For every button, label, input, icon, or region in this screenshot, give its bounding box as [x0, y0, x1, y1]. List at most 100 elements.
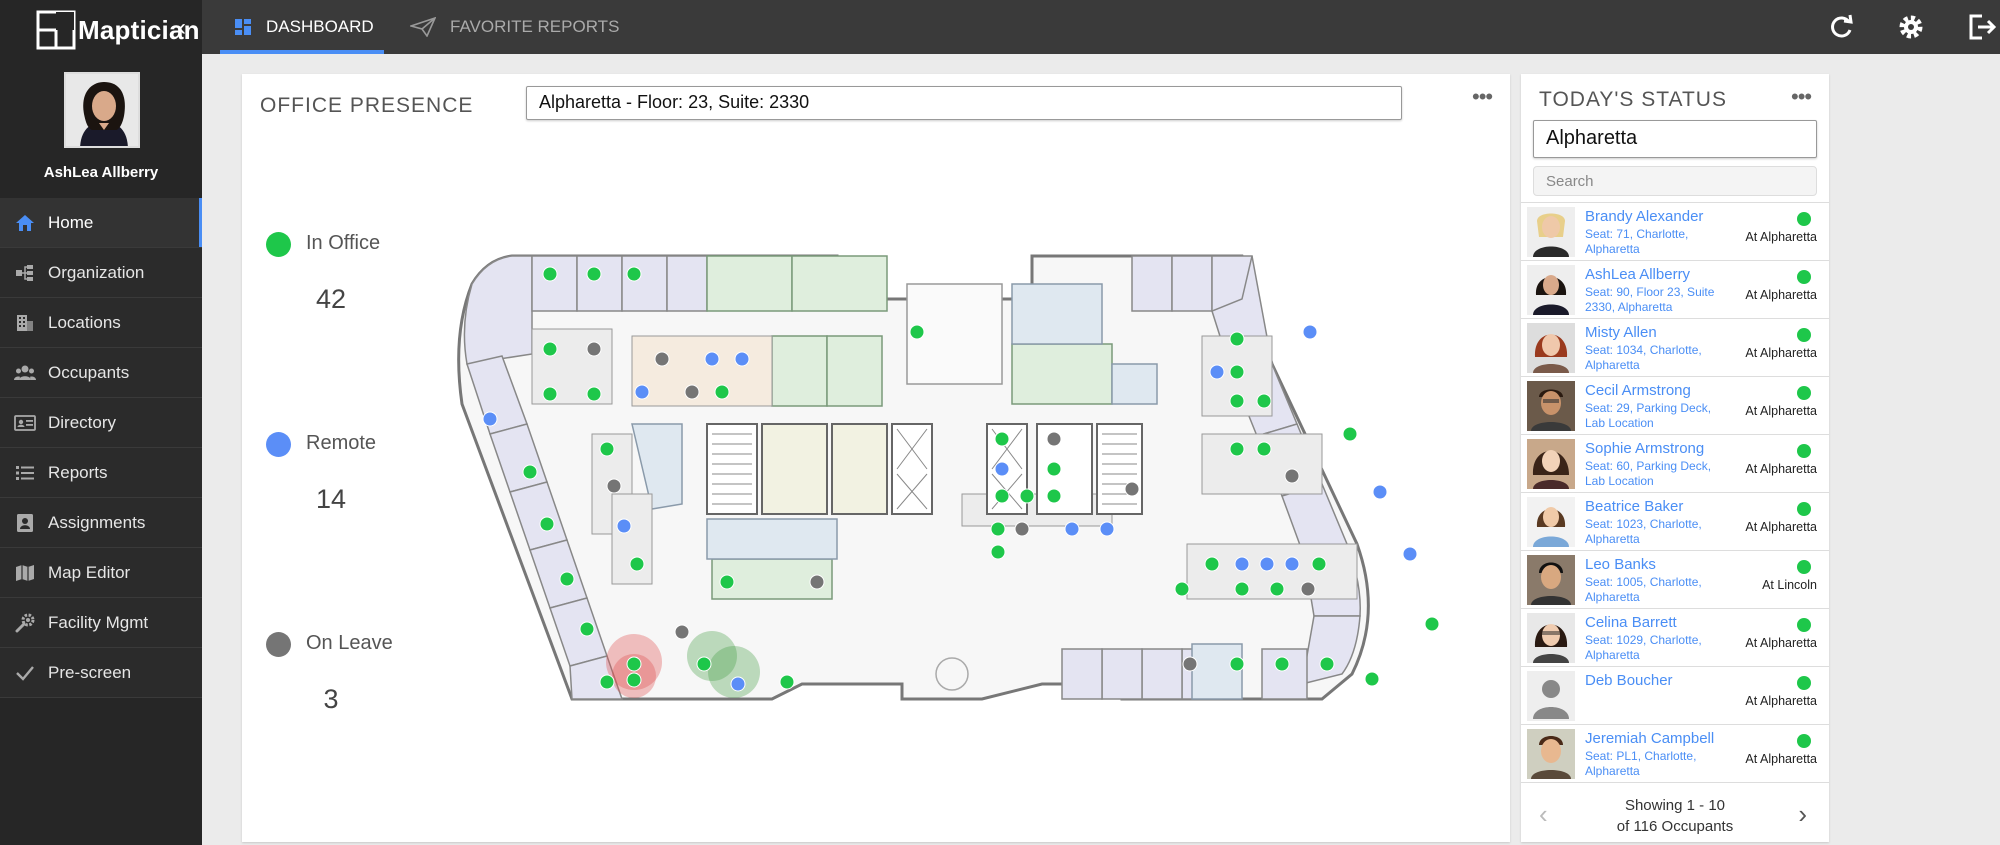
building-icon: [14, 312, 36, 334]
more-menu-icon[interactable]: •••: [1472, 84, 1493, 110]
legend-count: 3: [323, 684, 339, 714]
location-select[interactable]: Alpharetta - Floor: 23, Suite: 2330: [526, 86, 1402, 120]
list-item[interactable]: Beatrice Baker Seat: 1023, Charlotte, Al…: [1521, 492, 1829, 550]
occupant-name: AshLea Allberry: [1585, 266, 1691, 283]
occupant-seat: Seat: 1023, Charlotte, Alpharetta: [1585, 517, 1702, 546]
avatar: [1527, 265, 1575, 315]
list-item[interactable]: Cecil Armstrong Seat: 29, Parking Deck, …: [1521, 376, 1829, 434]
occupant-name: Sophie Armstrong: [1585, 440, 1705, 457]
status-dot-icon: [1797, 386, 1811, 400]
status-dot-icon: [266, 432, 291, 457]
avatar: [1527, 729, 1575, 779]
app-logo[interactable]: Maptician: [36, 8, 200, 52]
status-dot-icon: [1797, 734, 1811, 748]
occupant-seat: Seat: 29, Parking Deck, Lab Location: [1585, 401, 1712, 430]
tab-label: DASHBOARD: [266, 17, 374, 36]
occupant-seat: Seat: 1034, Charlotte, Alpharetta: [1585, 343, 1702, 372]
legend-label: On Leave: [306, 632, 393, 654]
org-chart-icon: [14, 262, 36, 284]
occupant-seat: Seat: 1029, Charlotte, Alpharetta: [1585, 633, 1702, 662]
occupant-location: At Alpharetta: [1745, 752, 1817, 766]
status-dot-icon: [1797, 212, 1811, 226]
building-core: [706, 423, 1143, 515]
sidebar-item-map-editor[interactable]: Map Editor: [0, 548, 202, 598]
occupant-name: Misty Allen: [1585, 324, 1657, 341]
sidebar-item-organization[interactable]: Organization: [0, 248, 202, 298]
list-item[interactable]: Leo Banks Seat: 1005, Charlotte, Alphare…: [1521, 550, 1829, 608]
status-dot-icon: [1797, 444, 1811, 458]
more-menu-icon[interactable]: •••: [1791, 84, 1812, 110]
card-title: TODAY'S STATUS: [1539, 88, 1727, 111]
avatar: [1527, 613, 1575, 663]
floor-plan-map[interactable]: [442, 244, 1452, 704]
map-icon: [14, 562, 36, 584]
sidebar-item-label: Locations: [48, 312, 121, 332]
gear-icon[interactable]: [1896, 12, 1926, 42]
sidebar-item-facility-mgmt[interactable]: Facility Mgmt: [0, 598, 202, 648]
status-dot-icon: [1797, 270, 1811, 284]
pagination-range: Showing 1 - 10: [1624, 797, 1726, 814]
pagination: ‹ Showing 1 - 10 of 116 Occupants ›: [1521, 782, 1829, 842]
list-icon: [14, 462, 36, 484]
checkmark-icon: [14, 662, 36, 684]
list-item[interactable]: AshLea Allberry Seat: 90, Floor 23, Suit…: [1521, 260, 1829, 318]
avatar: [1527, 439, 1575, 489]
list-item[interactable]: Misty Allen Seat: 1034, Charlotte, Alpha…: [1521, 318, 1829, 376]
users-icon: [14, 362, 36, 384]
occupant-name: Beatrice Baker: [1585, 498, 1684, 515]
sidebar-item-assignments[interactable]: Assignments: [0, 498, 202, 548]
dashboard-icon: [234, 18, 252, 36]
list-item[interactable]: Celina Barrett Seat: 1029, Charlotte, Al…: [1521, 608, 1829, 666]
card-title: OFFICE PRESENCE: [260, 94, 474, 117]
collapse-sidebar-icon[interactable]: ‹: [178, 14, 186, 42]
avatar: [1527, 207, 1575, 257]
occupant-seat: Seat: 71, Charlotte, Alpharetta: [1585, 227, 1689, 256]
occupant-seat: Seat: PL1, Charlotte, Alpharetta: [1585, 749, 1697, 778]
tab-label: FAVORITE REPORTS: [450, 17, 620, 36]
occupant-seat: Seat: 60, Parking Deck, Lab Location: [1585, 459, 1712, 488]
list-item[interactable]: Brandy Alexander Seat: 71, Charlotte, Al…: [1521, 202, 1829, 260]
list-item[interactable]: Jeremiah Campbell Seat: PL1, Charlotte, …: [1521, 724, 1829, 782]
sidebar-item-pre-screen[interactable]: Pre-screen: [0, 648, 202, 698]
tab-dashboard[interactable]: DASHBOARD: [220, 0, 384, 54]
sidebar-nav: Home Organization Locations Occupants Di…: [0, 198, 202, 698]
status-dot-icon: [266, 232, 291, 257]
sidebar-item-label: Home: [48, 212, 94, 232]
sidebar: Maptician ‹ AshLea Allberry Home Organiz…: [0, 0, 202, 845]
status-dot-icon: [1797, 618, 1811, 632]
occupant-name: Brandy Alexander: [1585, 208, 1704, 225]
pagination-summary: Showing 1 - 10 of 116 Occupants: [1521, 795, 1829, 837]
occupant-seat: Seat: 1005, Charlotte, Alpharetta: [1585, 575, 1702, 604]
list-item[interactable]: Deb Boucher At Alpharetta: [1521, 666, 1829, 724]
legend-label: In Office: [306, 232, 381, 254]
top-bar: DASHBOARD FAVORITE REPORTS: [202, 0, 2000, 54]
occupant-name: Cecil Armstrong: [1585, 382, 1691, 399]
sidebar-item-label: Reports: [48, 462, 108, 482]
search-input[interactable]: [1533, 166, 1817, 196]
tab-favorite-reports[interactable]: FAVORITE REPORTS: [410, 0, 619, 54]
sidebar-item-locations[interactable]: Locations: [0, 298, 202, 348]
occupant-name: Jeremiah Campbell: [1585, 730, 1715, 747]
occupant-location: At Alpharetta: [1745, 520, 1817, 534]
occupant-name: Leo Banks: [1585, 556, 1656, 573]
status-location-select[interactable]: Alpharetta: [1533, 120, 1817, 158]
occupant-location: At Alpharetta: [1745, 230, 1817, 244]
sidebar-item-home[interactable]: Home: [0, 198, 202, 248]
list-item[interactable]: Sophie Armstrong Seat: 60, Parking Deck,…: [1521, 434, 1829, 492]
status-dot-icon: [266, 632, 291, 657]
avatar: [1527, 497, 1575, 547]
avatar: [1527, 381, 1575, 431]
sidebar-item-reports[interactable]: Reports: [0, 448, 202, 498]
occupant-location: At Alpharetta: [1745, 404, 1817, 418]
chevron-right-icon[interactable]: ›: [1798, 799, 1807, 830]
status-dot-icon: [1797, 502, 1811, 516]
logout-icon[interactable]: [1968, 12, 1998, 42]
occupant-location: At Lincoln: [1762, 578, 1817, 592]
wrench-gear-icon: [14, 612, 36, 634]
sidebar-item-occupants[interactable]: Occupants: [0, 348, 202, 398]
user-avatar[interactable]: [64, 72, 140, 148]
sidebar-item-directory[interactable]: Directory: [0, 398, 202, 448]
sidebar-item-label: Directory: [48, 412, 117, 432]
refresh-icon[interactable]: [1826, 12, 1856, 42]
occupant-location: At Alpharetta: [1745, 694, 1817, 708]
